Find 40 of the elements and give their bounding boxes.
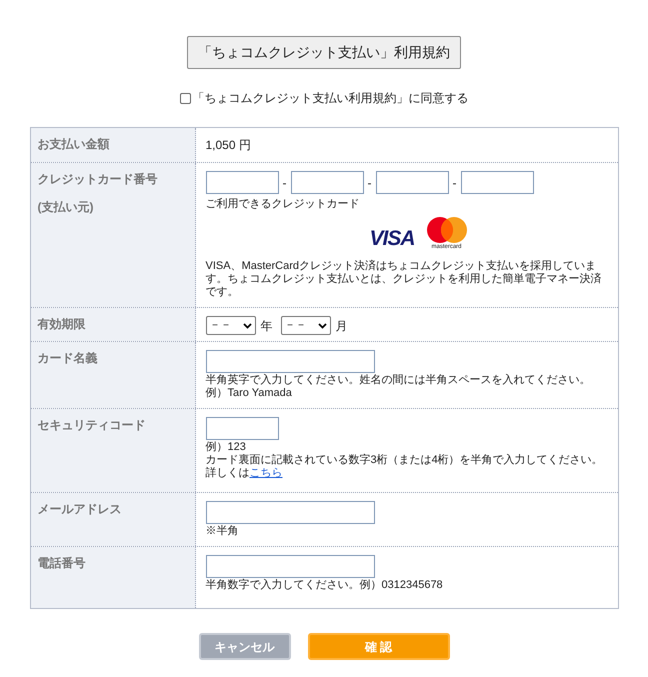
hint-text: 例）Taro Yamada	[206, 387, 293, 400]
visa-logo: VISA	[369, 226, 414, 252]
hint-text: 半角英字で入力してください。姓名の間には半角スペースを入れてください。	[206, 374, 590, 387]
chevron-down-icon	[242, 322, 252, 328]
input-field[interactable]	[206, 417, 278, 440]
hint-text: カード裏面に記載されている数字3桁（または4桁）を半角で入力してください。	[206, 454, 603, 467]
input-field[interactable]	[206, 555, 374, 578]
input-field[interactable]	[376, 171, 448, 194]
select-field[interactable]: －－	[206, 316, 256, 335]
hint-text: ※半角	[206, 525, 238, 538]
separator: -	[368, 174, 372, 192]
description: VISA、MasterCardクレジット決済はちょコムクレジット支払いを採用しています。ちょコムクレジット支払いとは、クレジットを利用した簡単電子マネー決済です。	[206, 260, 602, 299]
hint-text: 詳しくはこちら	[206, 467, 284, 480]
field-label: クレジットカード番号	[38, 171, 158, 188]
field-label: 電話番号	[38, 555, 86, 572]
chevron-down-icon	[318, 322, 326, 328]
field-sublabel: (支払い元)	[38, 199, 94, 216]
select-field[interactable]: －－	[280, 316, 330, 335]
caption: ご利用できるクレジットカード	[206, 197, 360, 212]
checkbox[interactable]	[180, 92, 190, 104]
field-label: セキュリティコード	[38, 417, 146, 434]
input-field[interactable]	[206, 501, 374, 524]
hint-text: 半角数字で入力してください。例）0312345678	[206, 579, 443, 592]
field-label: カード名義	[38, 350, 98, 367]
terms-button[interactable]: 「ちょコムクレジット支払い」利用規約	[187, 36, 461, 69]
amount-value: 1,050 円	[206, 137, 251, 154]
input-field[interactable]	[290, 171, 364, 194]
separator: -	[452, 174, 456, 192]
unit-label: 月	[336, 318, 348, 334]
agree-label[interactable]: 「ちょコムクレジット支払い利用規約」に同意する	[192, 89, 468, 107]
input-field[interactable]	[206, 171, 278, 194]
details-link[interactable]: こちら	[250, 467, 282, 479]
field-label: メールアドレス	[38, 501, 122, 518]
input-field[interactable]	[206, 350, 374, 373]
unit-label: 年	[260, 318, 272, 334]
field-label: お支払い金額	[38, 136, 110, 153]
separator: -	[282, 174, 286, 192]
hint-text: 例）123	[206, 441, 247, 454]
input-field[interactable]	[460, 171, 534, 194]
field-label: 有効期限	[38, 316, 86, 333]
